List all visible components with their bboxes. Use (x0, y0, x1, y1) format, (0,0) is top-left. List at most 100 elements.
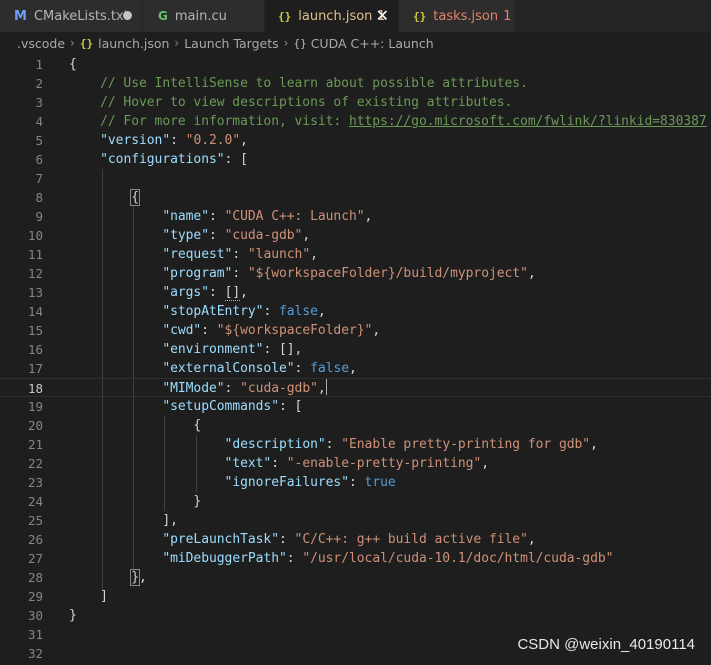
code-text[interactable]: "text": "-enable-pretty-printing", (69, 454, 489, 473)
code-line[interactable]: 9 "name": "CUDA C++: Launch", (0, 207, 711, 226)
code-text[interactable]: "miDebuggerPath": "/usr/local/cuda-10.1/… (69, 549, 613, 568)
line-number[interactable]: 4 (0, 112, 43, 131)
line-number[interactable]: 28 (0, 568, 43, 587)
code-line[interactable]: 10 "type": "cuda-gdb", (0, 226, 711, 245)
code-line[interactable]: 20 { (0, 416, 711, 435)
code-line[interactable]: 22 "text": "-enable-pretty-printing", (0, 454, 711, 473)
code-line[interactable]: 1{ (0, 55, 711, 74)
code-line[interactable]: 7 (0, 169, 711, 188)
line-number[interactable]: 5 (0, 131, 43, 150)
code-text[interactable]: "MIMode": "cuda-gdb", (69, 379, 327, 398)
code-text[interactable]: }, (69, 568, 147, 587)
code-text[interactable]: "setupCommands": [ (69, 397, 302, 416)
code-text[interactable]: { (69, 416, 201, 435)
breadcrumb-section[interactable]: Launch Targets (184, 36, 278, 51)
line-number[interactable]: 20 (0, 416, 43, 435)
code-text[interactable]: "type": "cuda-gdb", (69, 226, 310, 245)
code-line[interactable]: 26 "preLaunchTask": "C/C++: g++ build ac… (0, 530, 711, 549)
code-editor[interactable]: 1{2 // Use IntelliSense to learn about p… (0, 54, 711, 665)
code-text[interactable]: // Use IntelliSense to learn about possi… (69, 74, 528, 93)
line-number[interactable]: 18 (0, 379, 43, 398)
code-line[interactable]: 21 "description": "Enable pretty-printin… (0, 435, 711, 454)
breadcrumb-item[interactable]: CUDA C++: Launch (311, 36, 434, 51)
line-number[interactable]: 13 (0, 283, 43, 302)
breadcrumb-file[interactable]: launch.json (98, 36, 169, 51)
code-line[interactable]: 14 "stopAtEntry": false, (0, 302, 711, 321)
line-number[interactable]: 30 (0, 606, 43, 625)
tab-main-cu[interactable]: G main.cu (143, 0, 265, 32)
line-number[interactable]: 3 (0, 93, 43, 112)
line-number[interactable]: 25 (0, 511, 43, 530)
code-line[interactable]: 18 "MIMode": "cuda-gdb", (0, 378, 711, 397)
line-number[interactable]: 31 (0, 625, 43, 644)
line-number[interactable]: 1 (0, 55, 43, 74)
code-line[interactable]: 15 "cwd": "${workspaceFolder}", (0, 321, 711, 340)
code-line[interactable]: 30} (0, 606, 711, 625)
code-line[interactable]: 17 "externalConsole": false, (0, 359, 711, 378)
line-number[interactable]: 14 (0, 302, 43, 321)
line-number[interactable]: 15 (0, 321, 43, 340)
line-number[interactable]: 2 (0, 74, 43, 93)
code-text[interactable]: "environment": [], (69, 340, 302, 359)
code-line[interactable]: 5 "version": "0.2.0", (0, 131, 711, 150)
code-line[interactable]: 2 // Use IntelliSense to learn about pos… (0, 74, 711, 93)
code-line[interactable]: 29 ] (0, 587, 711, 606)
code-text[interactable]: { (69, 55, 77, 74)
code-line[interactable]: 16 "environment": [], (0, 340, 711, 359)
code-text[interactable]: "args": [], (69, 283, 248, 302)
code-line[interactable]: 6 "configurations": [ (0, 150, 711, 169)
code-line[interactable]: 13 "args": [], (0, 283, 711, 302)
code-line[interactable]: 27 "miDebuggerPath": "/usr/local/cuda-10… (0, 549, 711, 568)
code-text[interactable]: "cwd": "${workspaceFolder}", (69, 321, 380, 340)
code-text[interactable]: { (69, 188, 140, 207)
line-number[interactable]: 22 (0, 454, 43, 473)
code-text[interactable]: } (69, 492, 201, 511)
code-text[interactable]: ] (69, 587, 108, 606)
line-number[interactable]: 17 (0, 359, 43, 378)
line-number[interactable]: 7 (0, 169, 43, 188)
code-line[interactable]: 12 "program": "${workspaceFolder}/build/… (0, 264, 711, 283)
code-text[interactable]: "configurations": [ (69, 150, 248, 169)
tab-tasks-json[interactable]: {} tasks.json 1 (399, 0, 515, 32)
code-text[interactable]: ], (69, 511, 178, 530)
line-number[interactable]: 21 (0, 435, 43, 454)
code-text[interactable]: "request": "launch", (69, 245, 318, 264)
code-text[interactable]: "externalConsole": false, (69, 359, 357, 378)
code-line[interactable]: 24 } (0, 492, 711, 511)
line-number[interactable]: 32 (0, 644, 43, 663)
close-icon[interactable]: ✕ (376, 6, 389, 26)
line-number[interactable]: 6 (0, 150, 43, 169)
line-number[interactable]: 29 (0, 587, 43, 606)
code-text[interactable]: "ignoreFailures": true (69, 473, 396, 492)
code-line[interactable]: 25 ], (0, 511, 711, 530)
line-number[interactable]: 9 (0, 207, 43, 226)
line-number[interactable]: 11 (0, 245, 43, 264)
line-number[interactable]: 16 (0, 340, 43, 359)
doc-link[interactable]: https://go.microsoft.com/fwlink/?linkid=… (349, 114, 707, 129)
code-text[interactable]: "name": "CUDA C++: Launch", (69, 207, 372, 226)
line-number[interactable]: 19 (0, 397, 43, 416)
line-number[interactable]: 26 (0, 530, 43, 549)
code-text[interactable]: "stopAtEntry": false, (69, 302, 325, 321)
code-line[interactable]: 3 // Hover to view descriptions of exist… (0, 93, 711, 112)
code-text[interactable]: // For more information, visit: https://… (69, 112, 707, 131)
code-text[interactable]: // Hover to view descriptions of existin… (69, 93, 512, 112)
line-number[interactable]: 24 (0, 492, 43, 511)
tab-launch-json[interactable]: {} launch.json 1 ✕ (265, 0, 399, 32)
code-line[interactable]: 23 "ignoreFailures": true (0, 473, 711, 492)
code-text[interactable]: "version": "0.2.0", (69, 131, 248, 150)
tab-cmakelists[interactable]: M CMakeLists.txt (0, 0, 143, 32)
line-number[interactable]: 12 (0, 264, 43, 283)
code-line[interactable]: 28 }, (0, 568, 711, 587)
line-number[interactable]: 23 (0, 473, 43, 492)
line-number[interactable]: 27 (0, 549, 43, 568)
code-text[interactable]: "program": "${workspaceFolder}/build/myp… (69, 264, 535, 283)
code-line[interactable]: 19 "setupCommands": [ (0, 397, 711, 416)
code-line[interactable]: 11 "request": "launch", (0, 245, 711, 264)
code-line[interactable]: 4 // For more information, visit: https:… (0, 112, 711, 131)
line-number[interactable]: 8 (0, 188, 43, 207)
unsaved-dot-icon[interactable] (123, 11, 132, 20)
code-text[interactable]: } (69, 606, 77, 625)
code-line[interactable]: 8 { (0, 188, 711, 207)
code-text[interactable]: "description": "Enable pretty-printing f… (69, 435, 598, 454)
